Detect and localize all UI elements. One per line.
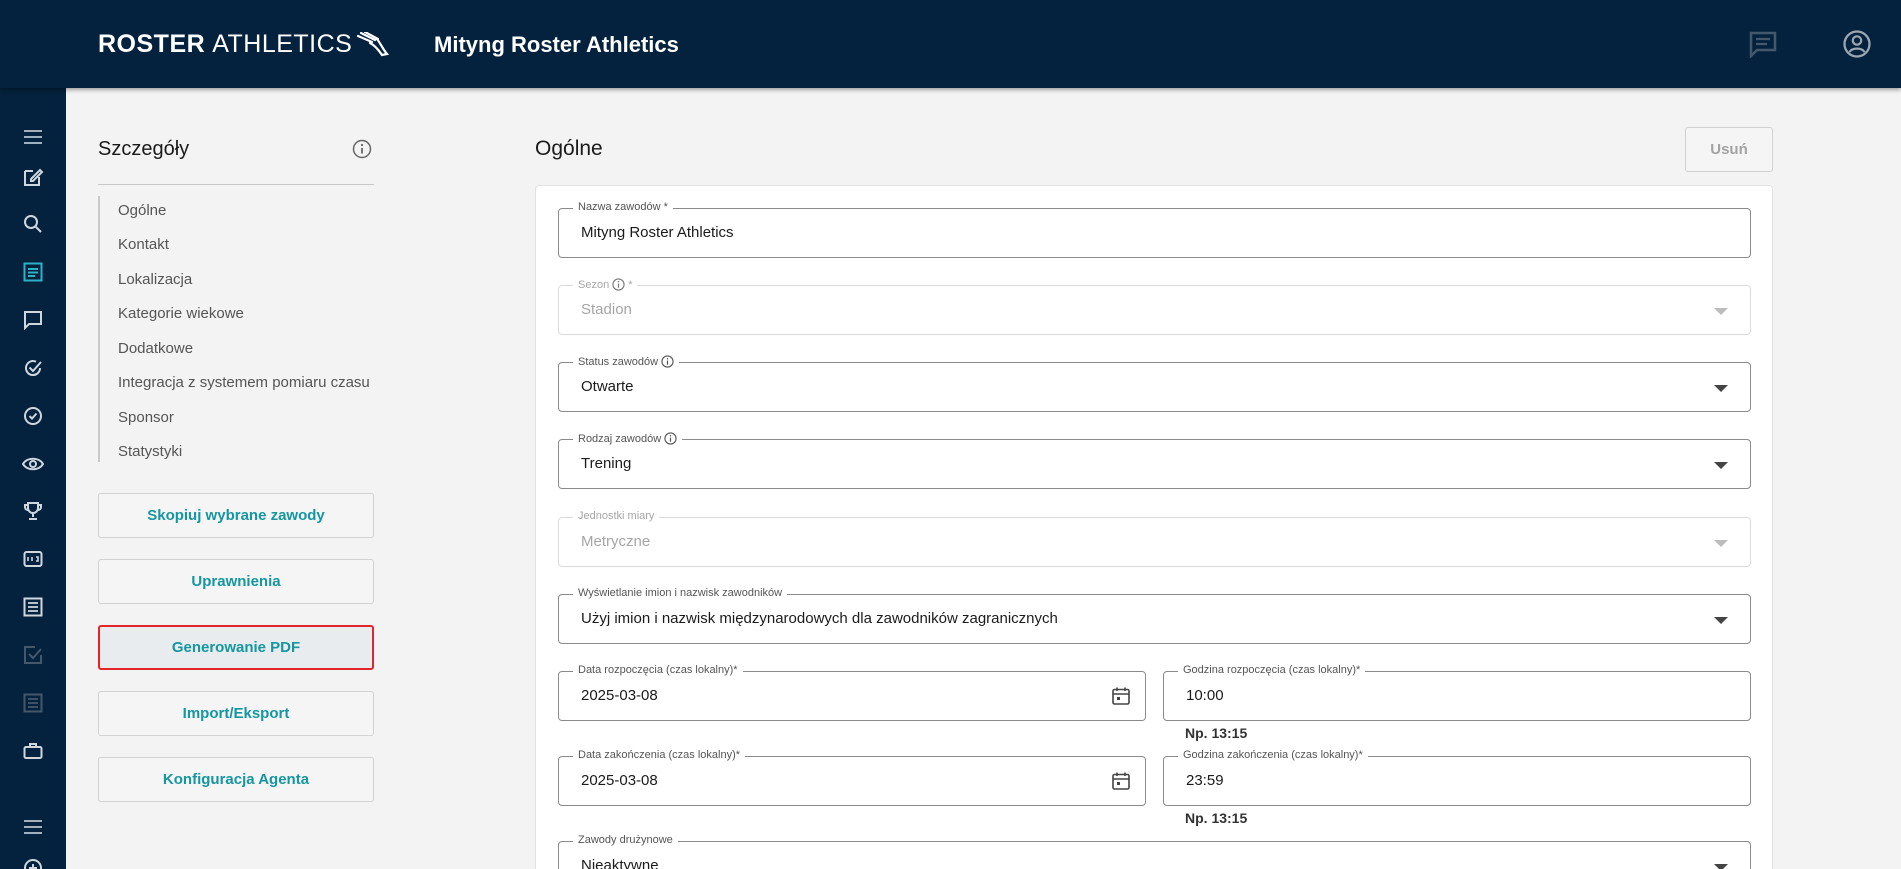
menu-icon[interactable] (21, 125, 45, 149)
document-icon[interactable] (21, 691, 45, 715)
general-form-card: Nazwa zawodów * Mityng Roster Athletics … (535, 185, 1773, 869)
team-competition-label: Zawody drużynowe (573, 834, 678, 846)
calendar-icon[interactable] (1111, 686, 1131, 706)
competition-name-label: Nazwa zawodów * (573, 201, 673, 213)
logo-bold-text: ROSTER (98, 30, 206, 58)
season-value: Stadion (581, 301, 632, 318)
competition-type-label: Rodzaj zawodów (573, 432, 683, 445)
status-select[interactable]: Status zawodów Otwarte (558, 355, 1751, 412)
logo-light-text: ATHLETICS (212, 30, 353, 58)
chevron-down-icon (1714, 462, 1728, 469)
eye-icon[interactable] (21, 452, 45, 476)
nav-item-additional[interactable]: Dodatkowe (118, 340, 193, 357)
competition-type-select[interactable]: Rodzaj zawodów Trening (558, 432, 1751, 489)
document-list-icon[interactable] (21, 595, 45, 619)
team-competition-select[interactable]: Zawody drużynowe Nieaktywne (558, 834, 1751, 869)
chevron-down-icon (1714, 308, 1728, 315)
chevron-down-icon (1714, 385, 1728, 392)
start-date-field[interactable]: Data rozpoczęcia (czas lokalny)* 2025-03… (558, 664, 1146, 721)
message-icon[interactable] (21, 308, 45, 332)
end-date-value: 2025-03-08 (581, 772, 658, 789)
status-value: Otwarte (581, 378, 634, 395)
info-icon[interactable] (352, 139, 372, 164)
import-export-button[interactable]: Import/Eksport (98, 691, 374, 736)
list-icon[interactable] (21, 260, 45, 284)
nav-item-timing-integration[interactable]: Integracja z systemem pomiaru czasu (118, 374, 370, 391)
chevron-down-icon (1714, 540, 1728, 547)
left-rail (0, 88, 66, 869)
top-bar: ROSTER ATHLETICS Mityng Roster Athletics (0, 0, 1901, 88)
delete-button[interactable]: Usuń (1685, 127, 1773, 172)
units-select: Jednostki miary Metryczne (558, 510, 1751, 567)
season-label: Sezon * (573, 278, 638, 291)
winged-shoe-icon (357, 31, 390, 56)
menu-bottom-icon[interactable] (21, 815, 45, 839)
units-label: Jednostki miary (573, 510, 660, 522)
competition-name-field[interactable]: Nazwa zawodów * Mityng Roster Athletics (558, 201, 1751, 258)
check-circle-icon[interactable] (21, 356, 45, 380)
competition-type-value: Trening (581, 455, 632, 472)
start-time-label: Godzina rozpoczęcia (czas lokalny)* (1178, 664, 1366, 676)
details-nav: Ogólne Kontakt Lokalizacja Kategorie wie… (98, 196, 378, 462)
trophy-icon[interactable] (21, 499, 45, 523)
briefcase-icon[interactable] (21, 739, 45, 763)
nav-item-age-categories[interactable]: Kategorie wiekowe (118, 305, 244, 322)
agent-config-button[interactable]: Konfiguracja Agenta (98, 757, 374, 802)
start-time-hint: Np. 13:15 (1185, 725, 1248, 741)
end-date-field[interactable]: Data zakończenia (czas lokalny)* 2025-03… (558, 749, 1146, 806)
details-title: Szczegóły (98, 138, 190, 160)
search-icon[interactable] (21, 212, 45, 236)
start-date-value: 2025-03-08 (581, 687, 658, 704)
nav-item-contact[interactable]: Kontakt (118, 236, 169, 253)
scoreboard-icon[interactable] (21, 547, 45, 571)
team-competition-value: Nieaktywne (581, 857, 659, 869)
end-date-label: Data zakończenia (czas lokalny)* (573, 749, 746, 761)
check-square-icon[interactable] (21, 643, 45, 667)
start-time-value: 10:00 (1186, 687, 1224, 704)
nav-item-statistics[interactable]: Statystyki (118, 443, 182, 460)
nav-item-sponsor[interactable]: Sponsor (118, 409, 174, 426)
main-title: Ogólne (535, 137, 603, 160)
nav-item-general[interactable]: Ogólne (118, 202, 166, 219)
chevron-down-icon (1714, 864, 1728, 869)
names-display-select[interactable]: Wyświetlanie imion i nazwisk zawodników … (558, 587, 1751, 644)
names-display-value: Użyj imion i nazwisk międzynarodowych dl… (581, 610, 1058, 627)
end-time-field[interactable]: Godzina zakończenia (czas lokalny)* 23:5… (1163, 749, 1751, 806)
competition-name-value: Mityng Roster Athletics (581, 224, 734, 241)
status-info-icon[interactable] (661, 355, 674, 368)
app-title: Mityng Roster Athletics (434, 32, 679, 57)
end-time-label: Godzina zakończenia (czas lokalny)* (1178, 749, 1368, 761)
start-time-field[interactable]: Godzina rozpoczęcia (czas lokalny)* 10:0… (1163, 664, 1751, 721)
start-date-label: Data rozpoczęcia (czas lokalny)* (573, 664, 743, 676)
units-value: Metryczne (581, 533, 651, 550)
permissions-button[interactable]: Uprawnienia (98, 559, 374, 604)
chevron-down-icon (1714, 617, 1728, 624)
generate-pdf-button[interactable]: Generowanie PDF (98, 625, 374, 670)
add-circle-icon[interactable] (21, 856, 45, 869)
season-info-icon[interactable] (612, 278, 625, 291)
calendar-icon[interactable] (1111, 771, 1131, 791)
chat-icon[interactable] (1748, 30, 1778, 63)
end-time-hint: Np. 13:15 (1185, 810, 1248, 826)
names-display-label: Wyświetlanie imion i nazwisk zawodników (573, 587, 788, 599)
copy-competition-button[interactable]: Skopiuj wybrane zawody (98, 493, 374, 538)
season-select: Sezon * Stadion (558, 278, 1751, 335)
end-time-value: 23:59 (1186, 772, 1224, 789)
logo[interactable]: ROSTER ATHLETICS (98, 30, 390, 59)
nav-item-location[interactable]: Lokalizacja (118, 271, 192, 288)
account-circle-icon[interactable] (1842, 29, 1872, 64)
type-info-icon[interactable] (664, 432, 677, 445)
status-label: Status zawodów (573, 355, 680, 368)
details-divider (98, 184, 374, 185)
check-badge-icon[interactable] (21, 404, 45, 428)
edit-icon[interactable] (21, 165, 45, 189)
